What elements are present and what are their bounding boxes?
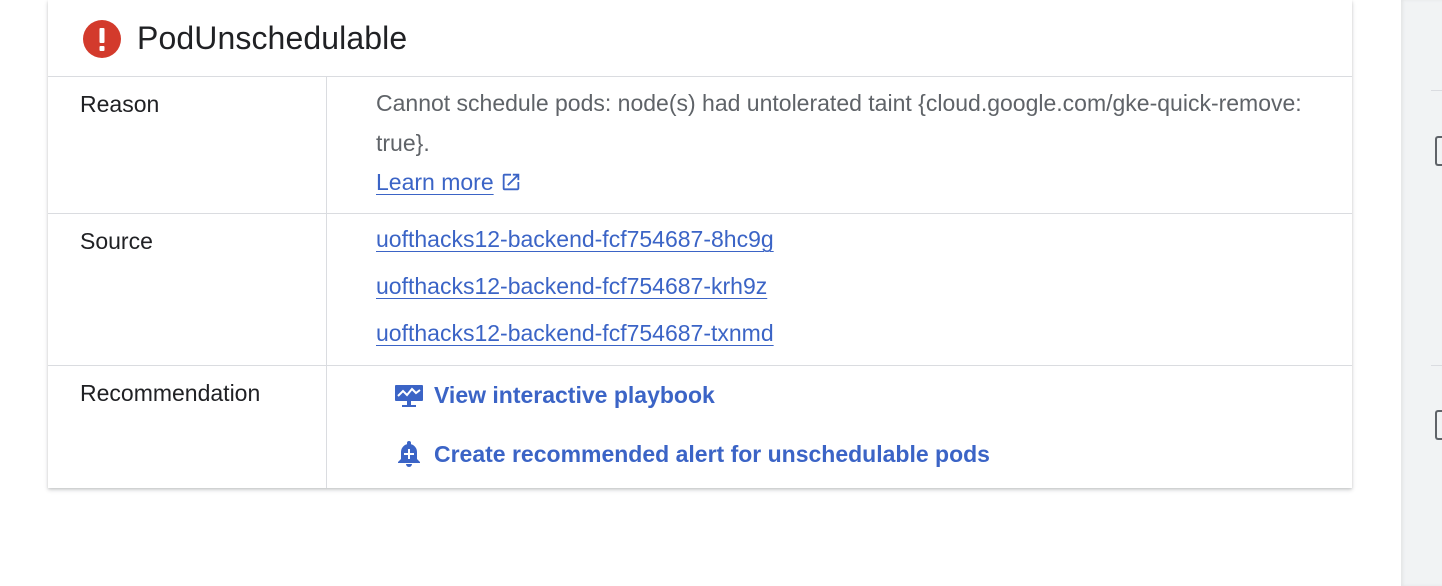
column-divider [326, 366, 327, 488]
view-playbook-label: View interactive playbook [434, 381, 715, 408]
panel-toggle-icon[interactable] [1435, 410, 1442, 440]
side-panel-divider [1431, 90, 1442, 91]
view-playbook-button[interactable]: View interactive playbook [394, 380, 715, 410]
side-panel [1401, 0, 1442, 586]
reason-label: Reason [80, 91, 160, 117]
reason-text: Cannot schedule pods: node(s) had untole… [376, 90, 1302, 156]
recommendation-label: Recommendation [80, 380, 261, 406]
add-alert-icon [398, 441, 420, 467]
reason-content: Cannot schedule pods: node(s) had untole… [376, 83, 1336, 197]
column-divider [326, 214, 327, 365]
learn-more-link[interactable]: Learn more [376, 167, 522, 197]
card-title: PodUnschedulable [137, 20, 408, 56]
playbook-icon [395, 385, 423, 407]
source-content: uofthacks12-backend-fcf754687-8hc9g uoft… [376, 224, 1336, 365]
recommendation-row: Recommendation View interactive playbook [48, 366, 1352, 488]
side-panel-divider [1431, 365, 1442, 366]
error-icon [83, 20, 121, 58]
source-link[interactable]: uofthacks12-backend-fcf754687-8hc9g [376, 224, 1336, 254]
source-link[interactable]: uofthacks12-backend-fcf754687-krh9z [376, 271, 1336, 301]
event-details-card: PodUnschedulable Reason Cannot schedule … [48, 0, 1352, 488]
column-divider [326, 77, 327, 213]
source-link[interactable]: uofthacks12-backend-fcf754687-txnmd [376, 318, 1336, 348]
external-link-icon [502, 173, 519, 191]
create-alert-label: Create recommended alert for unschedulab… [434, 440, 990, 467]
create-alert-button[interactable]: Create recommended alert for unschedulab… [394, 439, 990, 469]
page: PodUnschedulable Reason Cannot schedule … [0, 0, 1442, 586]
source-row: Source uofthacks12-backend-fcf754687-8hc… [48, 214, 1352, 366]
source-label: Source [80, 228, 153, 254]
learn-more-label: Learn more [376, 169, 494, 195]
panel-toggle-icon[interactable] [1435, 136, 1442, 166]
card-header: PodUnschedulable [48, 0, 1352, 77]
reason-row: Reason Cannot schedule pods: node(s) had… [48, 77, 1352, 214]
